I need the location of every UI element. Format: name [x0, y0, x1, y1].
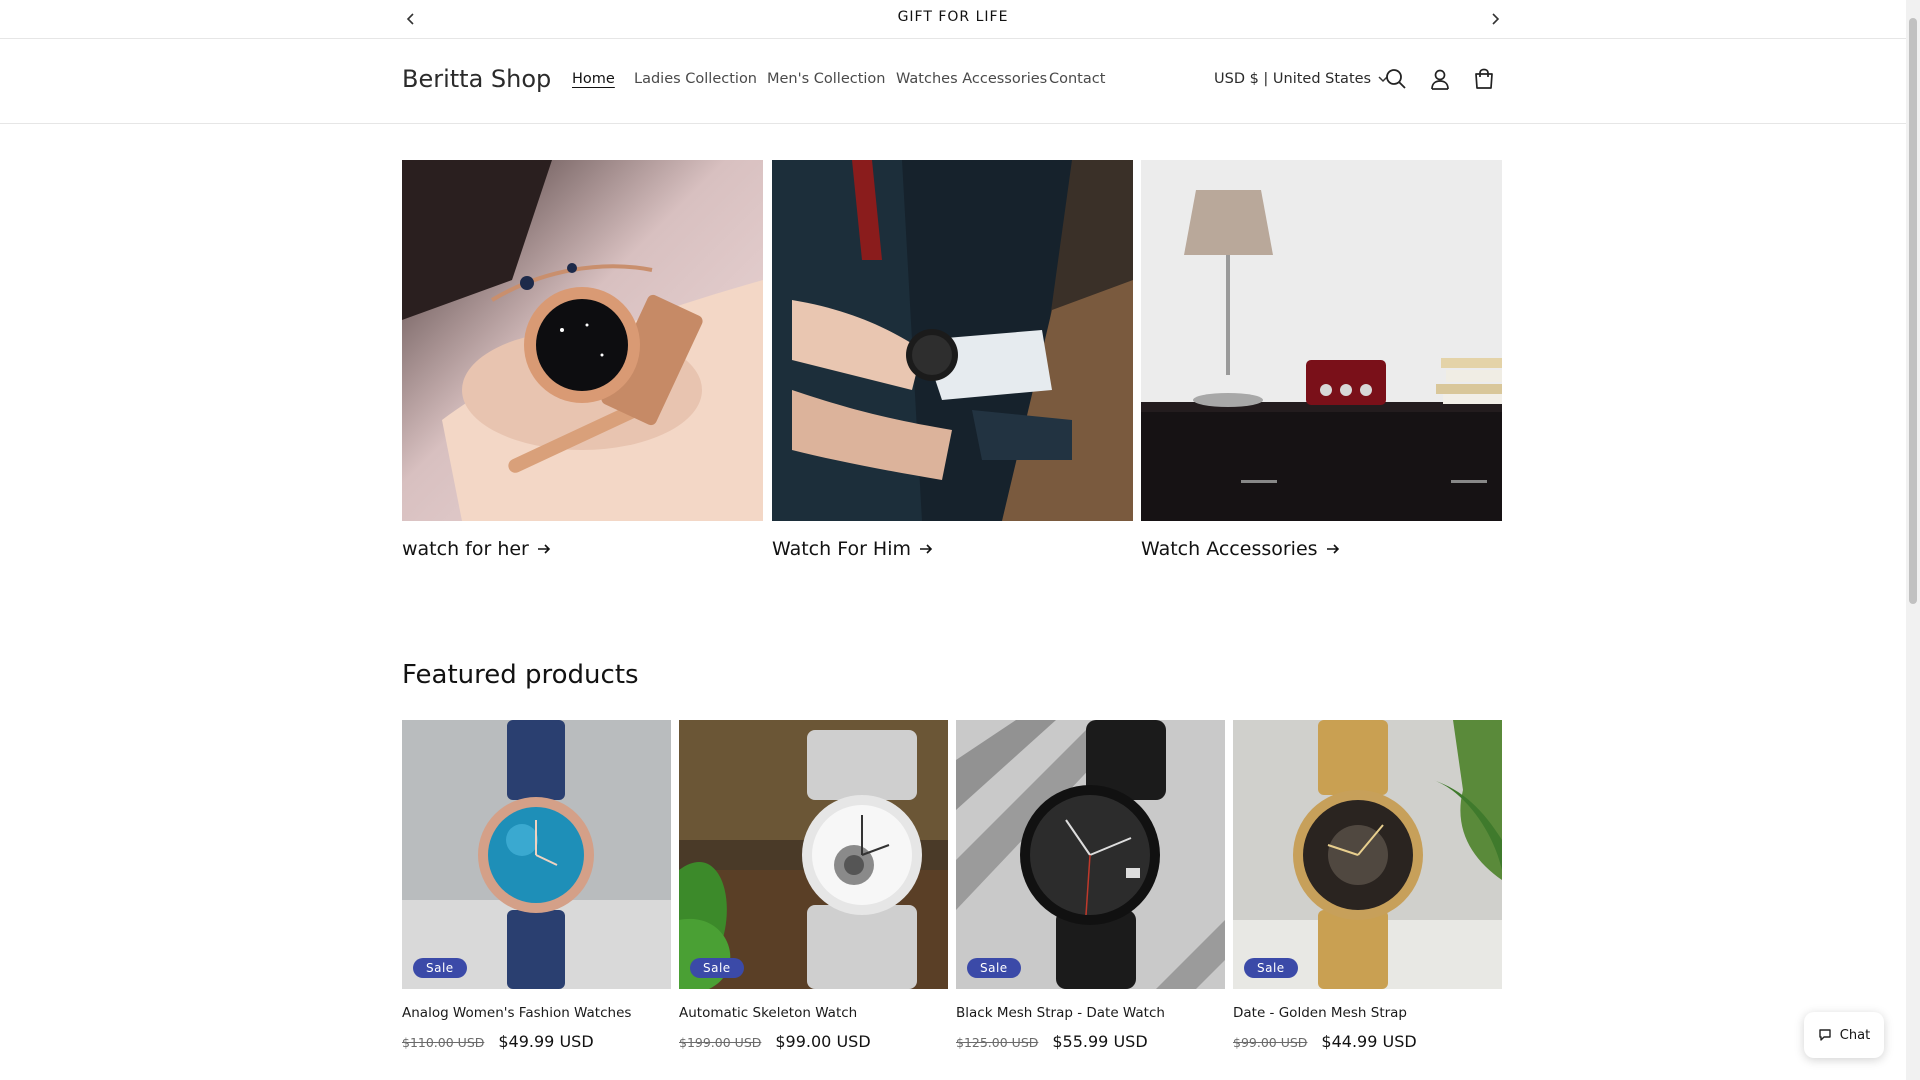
product-name[interactable]: Black Mesh Strap - Date Watch — [956, 1005, 1225, 1021]
product-sale-price: $99.00 USD — [775, 1032, 871, 1051]
scrollbar-thumb[interactable] — [1909, 18, 1917, 604]
announcement-next-button[interactable] — [1484, 8, 1506, 30]
search-button[interactable] — [1381, 64, 1411, 94]
site-header: Beritta Shop Home Ladies Collection Men'… — [0, 39, 1906, 124]
product-image[interactable]: Sale — [956, 720, 1225, 989]
nav-contact[interactable]: Contact — [1049, 71, 1105, 87]
product-image[interactable]: Sale — [679, 720, 948, 989]
account-icon — [1431, 69, 1449, 90]
chat-bubble-icon — [1819, 1029, 1831, 1041]
sale-badge: Sale — [413, 958, 467, 978]
sale-badge: Sale — [967, 958, 1021, 978]
product-image[interactable]: Sale — [1233, 720, 1502, 989]
product-regular-price: $125.00 USD — [956, 1035, 1039, 1050]
collection-link-accessories[interactable]: Watch Accessories — [1141, 538, 1502, 560]
collection-label: watch for her — [402, 538, 529, 560]
collection-label: Watch Accessories — [1141, 538, 1318, 560]
nav-ladies-collection[interactable]: Ladies Collection — [634, 71, 757, 87]
arrow-right-icon — [537, 544, 551, 554]
product-regular-price: $99.00 USD — [1233, 1035, 1308, 1050]
currency-label: USD $ | United States — [1214, 71, 1372, 87]
product-sale-price: $55.99 USD — [1052, 1032, 1148, 1051]
nav-mens-collection[interactable]: Men's Collection — [767, 71, 886, 87]
nav-home[interactable]: Home — [572, 71, 615, 87]
search-icon — [1386, 69, 1406, 89]
product-card[interactable]: Sale Automatic Skeleton Watch $199.00 US… — [679, 720, 948, 1051]
chat-label: Chat — [1839, 1027, 1871, 1043]
product-card[interactable]: Sale Date - Golden Mesh Strap $99.00 USD… — [1233, 720, 1502, 1051]
product-card[interactable]: Sale Black Mesh Strap - Date Watch $125.… — [956, 720, 1225, 1051]
product-card[interactable]: Sale Analog Women's Fashion Watches $110… — [402, 720, 671, 1051]
featured-products-heading: Featured products — [402, 660, 639, 690]
brand-logo[interactable]: Beritta Shop — [402, 65, 551, 93]
collection-link-for-her[interactable]: watch for her — [402, 538, 763, 560]
announcement-bar: GIFT FOR LIFE — [0, 0, 1906, 39]
product-regular-price: $110.00 USD — [402, 1035, 485, 1050]
collection-card-for-him[interactable]: Watch For Him — [772, 160, 1133, 560]
chevron-right-icon — [1492, 13, 1500, 25]
product-image[interactable]: Sale — [402, 720, 671, 989]
cart-icon — [1475, 68, 1493, 89]
product-name[interactable]: Automatic Skeleton Watch — [679, 1005, 948, 1021]
product-regular-price: $199.00 USD — [679, 1035, 762, 1050]
arrow-right-icon — [920, 544, 933, 554]
sale-badge: Sale — [690, 958, 744, 978]
collection-image-for-him[interactable] — [772, 160, 1133, 521]
arrow-right-icon — [1326, 544, 1339, 554]
collection-link-for-him[interactable]: Watch For Him — [772, 538, 1133, 560]
nav-watches-accessories[interactable]: Watches Accessories — [896, 71, 1047, 87]
sale-badge: Sale — [1244, 958, 1298, 978]
product-name[interactable]: Analog Women's Fashion Watches — [402, 1005, 671, 1021]
page-scrollbar[interactable] — [1906, 0, 1920, 1080]
cart-button[interactable] — [1469, 64, 1499, 94]
product-name[interactable]: Date - Golden Mesh Strap — [1233, 1005, 1502, 1021]
account-button[interactable] — [1425, 64, 1455, 94]
announcement-text: GIFT FOR LIFE — [897, 9, 1009, 25]
collection-label: Watch For Him — [772, 538, 911, 560]
collection-image-accessories[interactable] — [1141, 160, 1502, 521]
collection-card-accessories[interactable]: Watch Accessories — [1141, 160, 1502, 560]
currency-selector[interactable]: USD $ | United States — [1214, 71, 1389, 87]
collection-image-for-her[interactable] — [402, 160, 763, 521]
product-sale-price: $49.99 USD — [498, 1032, 594, 1051]
product-sale-price: $44.99 USD — [1321, 1032, 1417, 1051]
collection-card-for-her[interactable]: watch for her — [402, 160, 763, 560]
chat-button[interactable]: Chat — [1804, 1012, 1884, 1058]
